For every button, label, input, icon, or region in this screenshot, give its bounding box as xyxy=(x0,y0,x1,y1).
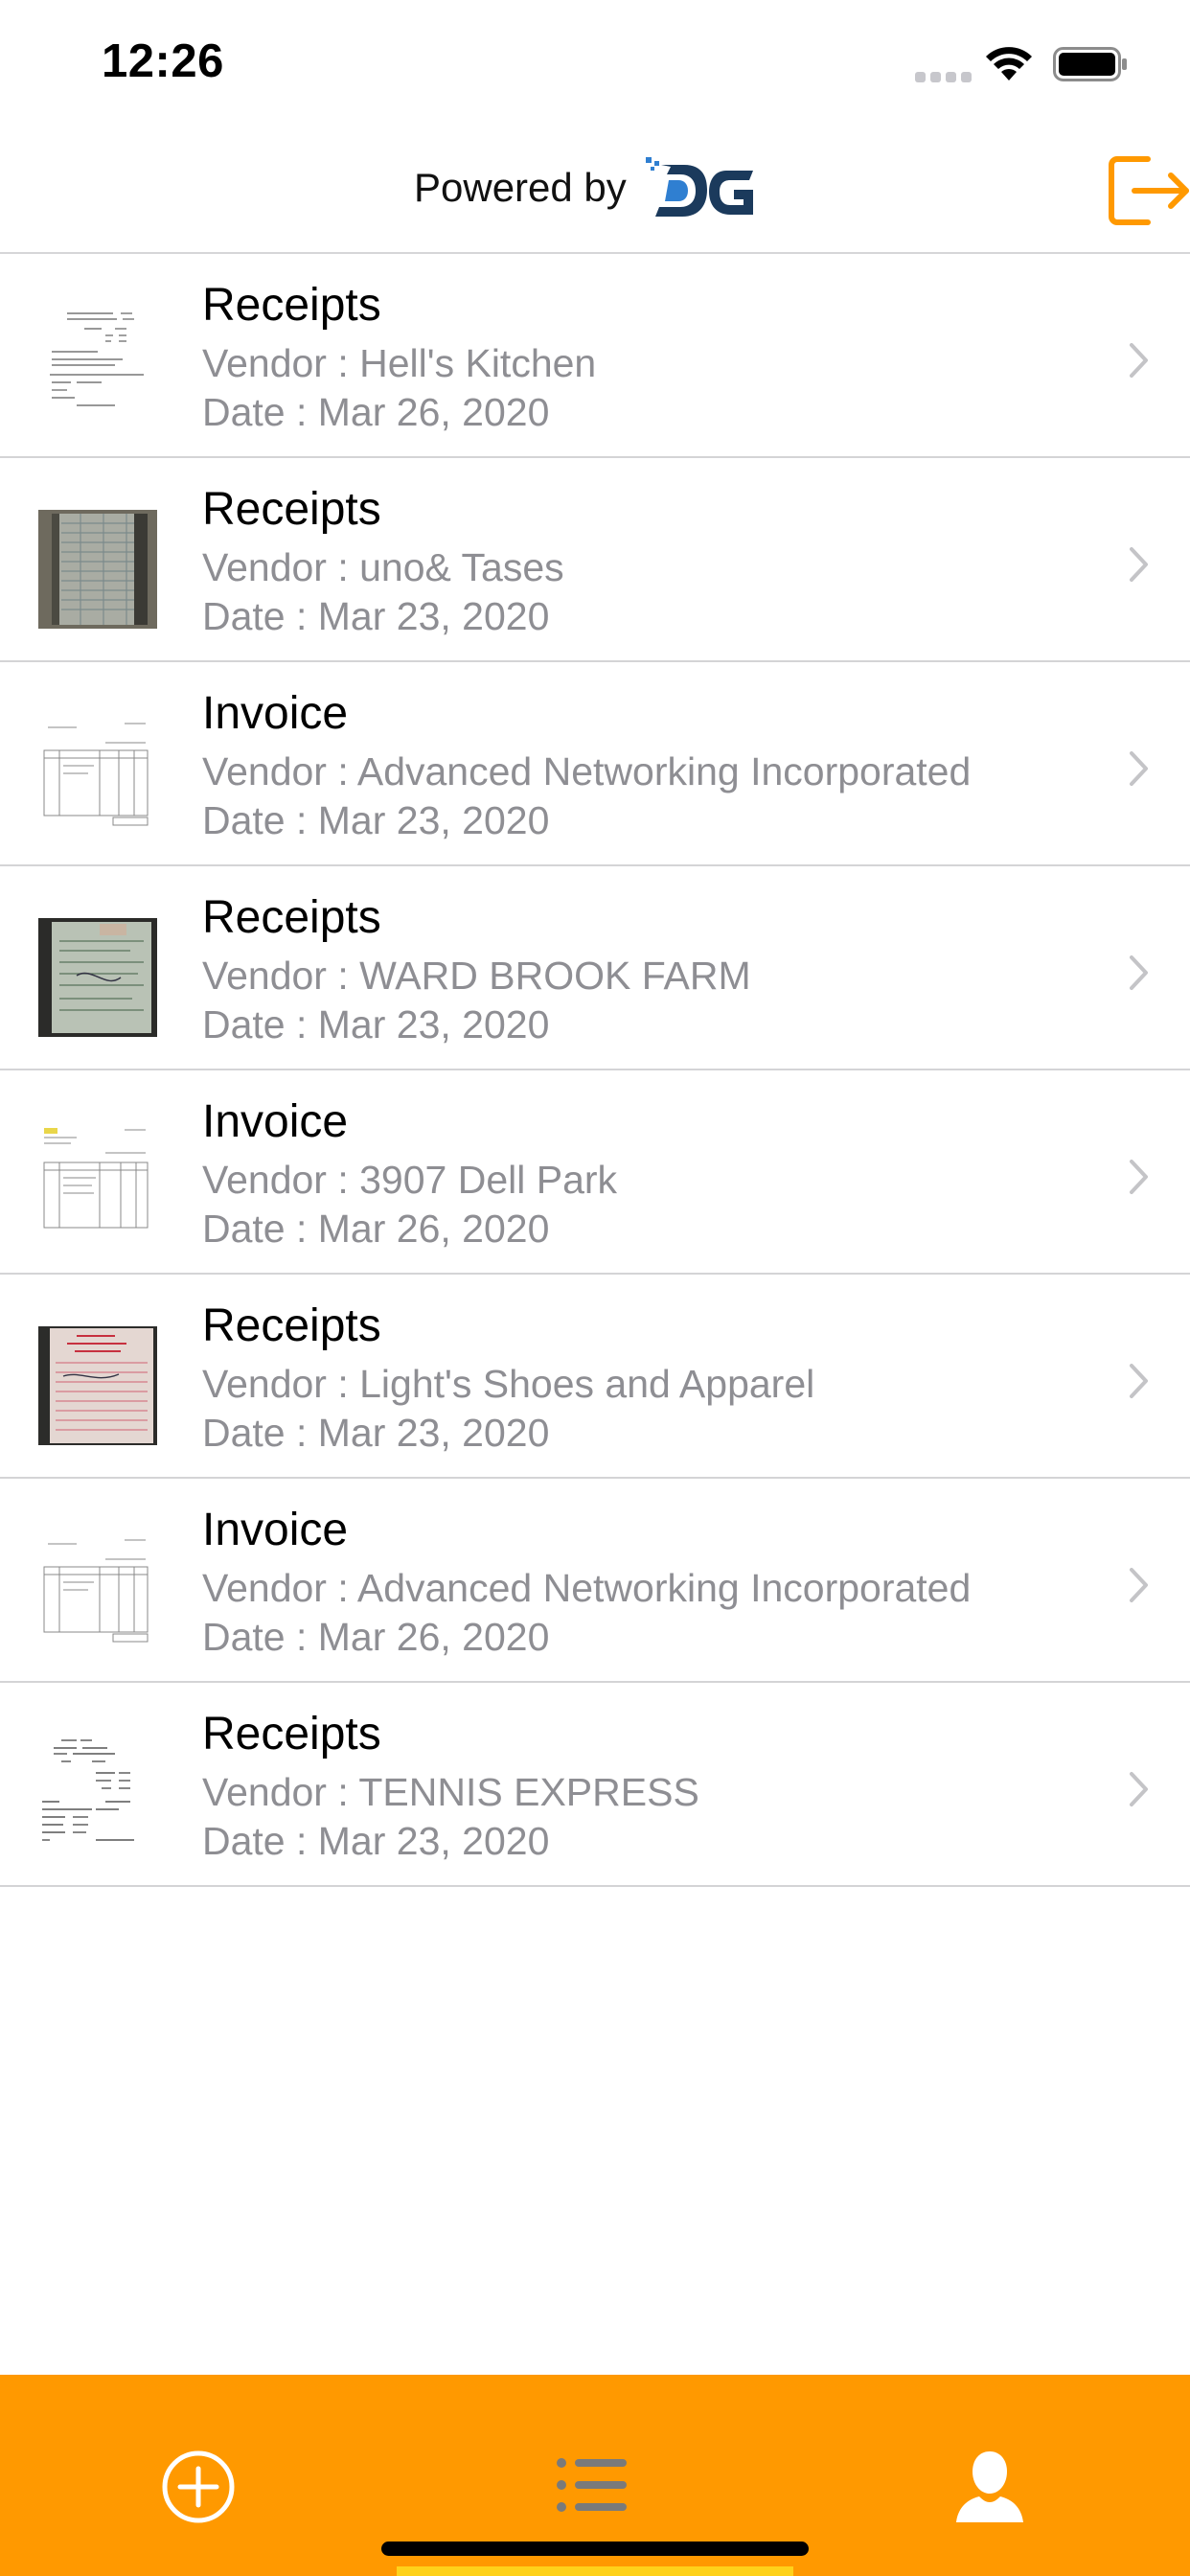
document-type: Receipts xyxy=(202,280,381,331)
profile-icon[interactable] xyxy=(954,2448,1025,2524)
list-icon[interactable] xyxy=(556,2455,629,2515)
invoice-thumbnail xyxy=(38,714,157,833)
status-time: 12:26 xyxy=(102,35,224,87)
document-date: Date : Mar 23, 2020 xyxy=(202,1819,550,1863)
document-type: Receipts xyxy=(202,892,381,943)
document-vendor: Vendor : Hell's Kitchen xyxy=(202,341,597,385)
list-item[interactable]: Invoice Vendor : Advanced Networking Inc… xyxy=(0,1479,1190,1683)
chevron-right-icon xyxy=(1130,1772,1148,1806)
app-header: Powered by xyxy=(0,126,1190,254)
document-vendor: Vendor : Advanced Networking Incorporate… xyxy=(202,1566,972,1610)
wifi-icon xyxy=(986,47,1032,80)
chevron-right-icon xyxy=(1130,1568,1148,1602)
home-indicator xyxy=(381,2542,809,2556)
chevron-right-icon xyxy=(1130,343,1148,378)
documents-screen: 12:26 Powered by Receipts Vendor: Hell'… xyxy=(0,0,1190,2576)
list-item[interactable]: Receipts Vendor : TENNIS EXPRESS Date : … xyxy=(0,1683,1190,1887)
document-type: Invoice xyxy=(202,1505,349,1555)
battery-icon xyxy=(1053,47,1127,81)
add-circle-icon[interactable] xyxy=(161,2450,236,2524)
chevron-right-icon xyxy=(1130,1160,1148,1194)
receipt-thumbnail xyxy=(38,918,157,1037)
receipt-thumbnail xyxy=(38,510,157,629)
document-type: Invoice xyxy=(202,1096,349,1147)
document-vendor: Vendor : TENNIS EXPRESS xyxy=(202,1770,699,1814)
status-bar: 12:26 xyxy=(0,0,1190,126)
list-item[interactable]: Invoice Vendor : Advanced Networking Inc… xyxy=(0,662,1190,866)
document-date: Date : Mar 26, 2020 xyxy=(202,1615,550,1659)
list-item[interactable]: Invoice Vendor : 3907 Dell Park Date : M… xyxy=(0,1070,1190,1275)
chevron-right-icon xyxy=(1130,955,1148,990)
cellular-signal-icon xyxy=(915,72,972,82)
document-date: Date : Mar 26, 2020 xyxy=(202,390,550,434)
list-item[interactable]: Receipts Vendor : uno& Tases Date : Mar … xyxy=(0,458,1190,662)
selected-tab-indicator xyxy=(397,2566,793,2576)
document-vendor: Vendor : 3907 Dell Park xyxy=(202,1158,618,1202)
document-date: Date : Mar 26, 2020 xyxy=(202,1207,550,1251)
document-list: Receipts Vendor : Hell's Kitchen Date : … xyxy=(0,254,1190,1887)
document-type: Invoice xyxy=(202,688,349,739)
document-date: Date : Mar 23, 2020 xyxy=(202,798,550,842)
document-date: Date : Mar 23, 2020 xyxy=(202,1411,550,1455)
invoice-thumbnail xyxy=(38,1530,157,1649)
chevron-right-icon xyxy=(1130,547,1148,582)
list-item[interactable]: Receipts Vendor : WARD BROOK FARM Date :… xyxy=(0,866,1190,1070)
logout-icon[interactable] xyxy=(1104,148,1190,234)
document-type: Receipts xyxy=(202,484,381,535)
document-date: Date : Mar 23, 2020 xyxy=(202,1002,550,1046)
list-item[interactable]: Receipts Vendor : Hell's Kitchen Date : … xyxy=(0,254,1190,458)
receipt-thumbnail xyxy=(38,1326,157,1445)
receipt-thumbnail xyxy=(38,306,157,425)
powered-by-label: Powered by xyxy=(414,165,627,210)
chevron-right-icon xyxy=(1130,751,1148,786)
document-date: Date : Mar 23, 2020 xyxy=(202,594,550,638)
list-item[interactable]: Receipts Vendor : Light's Shoes and Appa… xyxy=(0,1275,1190,1479)
dg-logo xyxy=(646,157,753,217)
tab-bar xyxy=(0,2375,1190,2576)
invoice-thumbnail xyxy=(38,1122,157,1241)
document-vendor: Vendor : WARD BROOK FARM xyxy=(202,954,751,998)
receipt-thumbnail xyxy=(38,1735,157,1853)
document-type: Receipts xyxy=(202,1709,381,1760)
document-vendor: Vendor : Advanced Networking Incorporate… xyxy=(202,749,972,794)
chevron-right-icon xyxy=(1130,1364,1148,1398)
document-type: Receipts xyxy=(202,1300,381,1351)
document-vendor: Vendor : uno& Tases xyxy=(202,545,564,589)
document-vendor: Vendor : Light's Shoes and Apparel xyxy=(202,1362,815,1406)
